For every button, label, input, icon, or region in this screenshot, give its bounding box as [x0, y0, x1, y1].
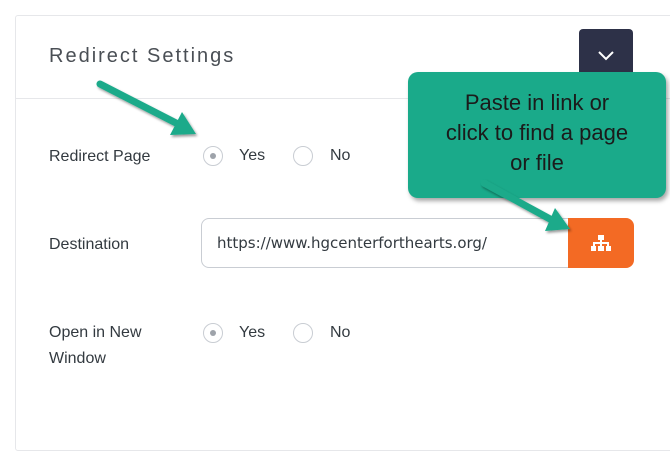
open-new-window-no-label[interactable]: No [330, 323, 350, 343]
callout-box: Paste in link or click to find a page or… [408, 72, 666, 198]
open-new-window-yes-label[interactable]: Yes [239, 323, 265, 343]
callout-line-2: click to find a page [445, 120, 629, 145]
open-new-window-label-line1: Open in New [49, 324, 142, 341]
redirect-page-yes-radio[interactable] [203, 146, 223, 166]
callout-line-3: or file [510, 150, 564, 175]
redirect-page-yes-label[interactable]: Yes [239, 146, 265, 166]
panel-title: Redirect Settings [49, 45, 236, 67]
chevron-down-icon [598, 51, 614, 61]
destination-input[interactable] [201, 218, 569, 268]
redirect-page-no-label[interactable]: No [330, 146, 350, 166]
redirect-page-label: Redirect Page [49, 148, 151, 165]
open-new-window-yes-radio[interactable] [203, 323, 223, 343]
open-new-window-no-radio[interactable] [293, 323, 313, 343]
browse-pages-button[interactable] [568, 218, 634, 268]
redirect-page-no-radio[interactable] [293, 146, 313, 166]
callout-line-1: Paste in link or [464, 90, 610, 115]
destination-label: Destination [49, 236, 130, 253]
sitemap-icon [591, 235, 611, 251]
open-new-window-label-line2: Window [49, 350, 106, 367]
